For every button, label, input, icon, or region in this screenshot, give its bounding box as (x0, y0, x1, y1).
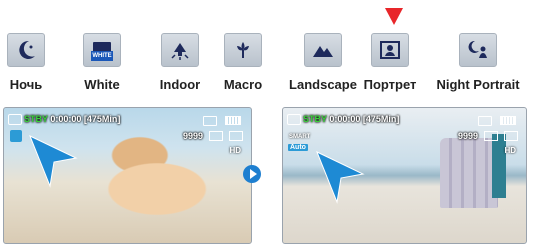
mode-white[interactable]: WHITE White (72, 33, 132, 92)
pointer-icon (316, 150, 365, 204)
towel (492, 134, 506, 198)
battery-icon (500, 116, 516, 125)
recording-time: 0:00:00 [475Min] (329, 114, 400, 124)
mode-macro-label: Macro (223, 77, 263, 92)
photo-count: 9999 (182, 131, 203, 141)
preview-after: STBY 0:00:00 [475Min] 9999 HD SMART Auto (282, 107, 527, 244)
preview-before: STBY 0:00:00 [475Min] 9999 HD (3, 107, 252, 244)
selected-mode-indicator (385, 8, 403, 25)
mode-landscape[interactable]: Landscape (283, 33, 363, 92)
auto-badge: Auto (288, 144, 308, 151)
night-moon-icon (7, 33, 45, 67)
osd-status-bar: STBY 0:00:00 [475Min] (287, 114, 522, 128)
macro-flower-icon (224, 33, 262, 67)
resolution-icon (504, 131, 518, 141)
osd-info-line: 9999 (183, 131, 243, 141)
mode-indoor[interactable]: Indoor (150, 33, 210, 92)
mode-night[interactable]: Ночь (6, 33, 46, 92)
portrait-icon (371, 33, 409, 67)
indoor-lamp-icon (161, 33, 199, 67)
hd-icon: HD (504, 146, 516, 155)
hd-icon: HD (229, 146, 241, 155)
mode-white-label: White (84, 77, 120, 92)
mode-macro[interactable]: Macro (222, 33, 264, 92)
camcorder-icon (8, 114, 22, 126)
mode-landscape-label: Landscape (289, 77, 357, 92)
beach-chair (440, 138, 498, 208)
battery-icon (225, 116, 241, 125)
quality-icon (484, 131, 498, 141)
white-badge: WHITE (91, 51, 113, 61)
mode-night-label: Ночь (9, 77, 43, 92)
arrow-right-icon (243, 165, 261, 183)
quality-icon (209, 131, 223, 141)
standby-status: STBY (303, 114, 327, 124)
landscape-mountain-icon (304, 33, 342, 67)
smart-label: SMART (289, 134, 311, 140)
resolution-icon (229, 131, 243, 141)
recording-time: 0:00:00 [475Min] (50, 114, 121, 124)
mode-portrait[interactable]: Портрет (361, 33, 419, 92)
night-portrait-icon (459, 33, 497, 67)
pointer-icon (29, 134, 78, 188)
portrait-scene-icon (10, 130, 22, 142)
white-balance-icon: WHITE (83, 33, 121, 67)
standby-status: STBY (24, 114, 48, 124)
mode-portrait-label: Портрет (363, 77, 417, 92)
osd-status-bar: STBY 0:00:00 [475Min] (8, 114, 247, 128)
osd-info-line: 9999 (458, 131, 518, 141)
mode-night-portrait[interactable]: Night Portrait (430, 33, 526, 92)
photo-count: 9999 (457, 131, 478, 141)
media-icon (203, 116, 217, 126)
media-icon (478, 116, 492, 126)
mode-night-portrait-label: Night Portrait (436, 77, 520, 92)
camcorder-icon (287, 114, 301, 126)
mode-indoor-label: Indoor (159, 77, 201, 92)
